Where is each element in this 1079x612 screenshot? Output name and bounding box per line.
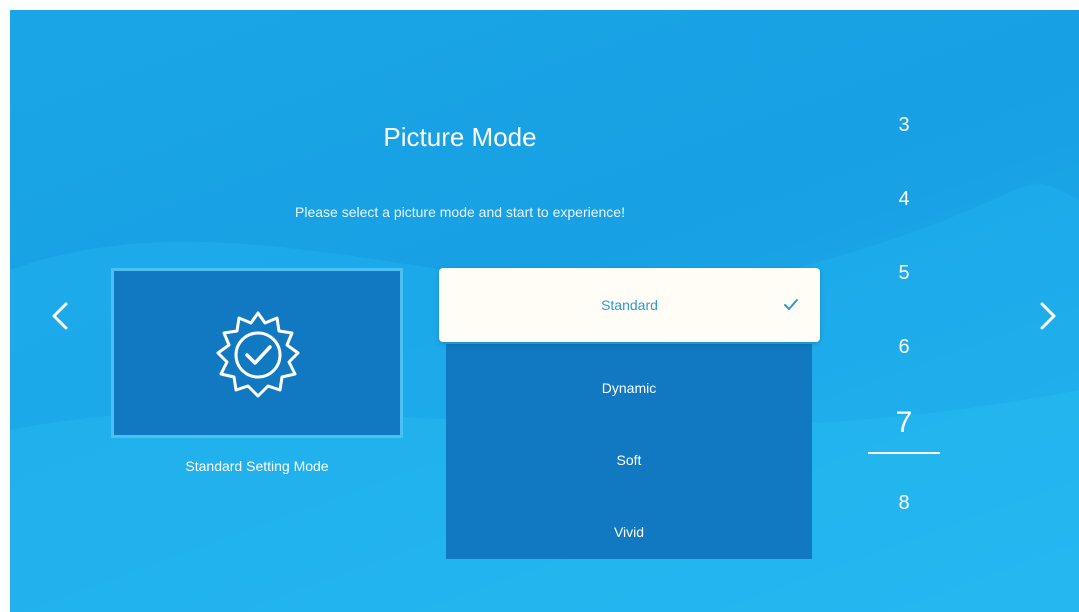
next-arrow-icon[interactable] — [1026, 296, 1066, 336]
page-subtitle: Please select a picture mode and start t… — [295, 204, 625, 220]
previous-arrow-icon[interactable] — [42, 296, 82, 336]
page-title: Picture Mode — [383, 122, 537, 152]
badge-check-icon — [216, 311, 300, 398]
checkmark-icon — [784, 299, 798, 310]
picker-number[interactable]: 5 — [874, 262, 934, 285]
mode-list: Dynamic Soft Vivid — [446, 344, 812, 559]
picker-number[interactable]: 8 — [874, 492, 934, 515]
mode-option-dynamic[interactable]: Dynamic — [446, 360, 812, 416]
selected-mode-label: Standard — [601, 297, 658, 313]
picker-active-underline — [868, 452, 940, 454]
mode-option-soft[interactable]: Soft — [446, 432, 812, 488]
picker-number[interactable]: 3 — [874, 114, 934, 137]
mode-option-selected[interactable]: Standard — [439, 268, 820, 342]
preview-caption: Standard Setting Mode — [185, 458, 329, 474]
picker-number[interactable]: 6 — [874, 336, 934, 359]
mode-preview-panel — [111, 268, 403, 438]
picker-number-active[interactable]: 7 — [874, 406, 934, 440]
mode-option-vivid[interactable]: Vivid — [446, 504, 812, 560]
picker-number[interactable]: 4 — [874, 188, 934, 211]
picture-mode-screen: Picture Mode Please select a picture mod… — [10, 10, 1079, 612]
